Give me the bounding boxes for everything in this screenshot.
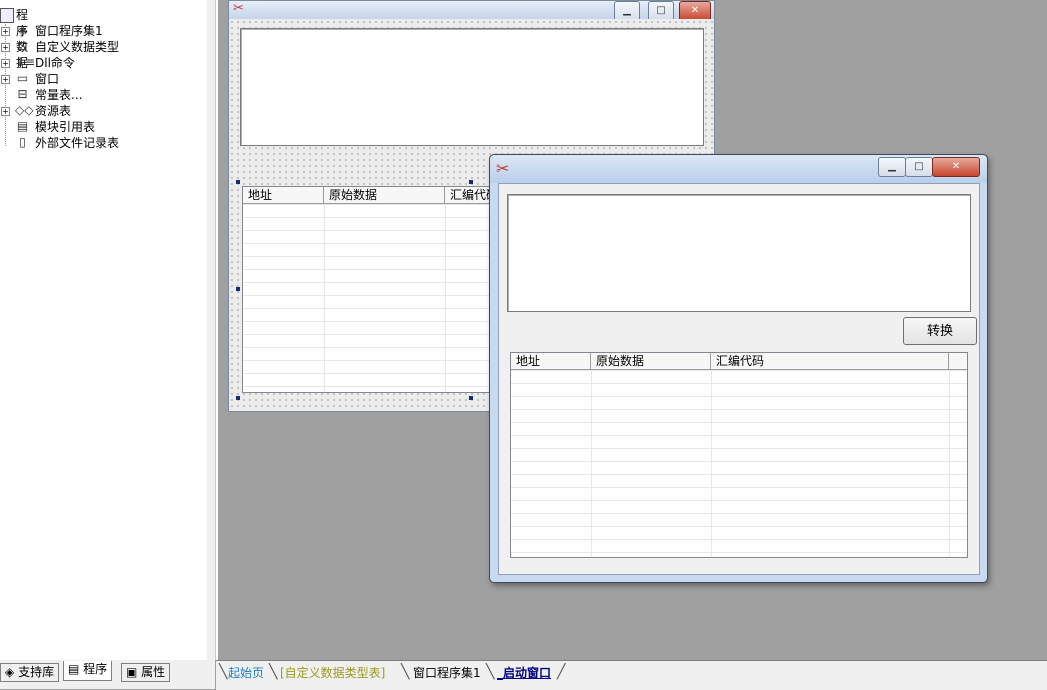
tab-separator: ╲	[269, 664, 278, 680]
expand-icon[interactable]: +	[1, 75, 10, 84]
tab-label: 支持库	[18, 665, 55, 679]
panel-splitter-edge	[216, 0, 218, 660]
tree-item-label: 窗口	[35, 72, 60, 86]
constant-icon: ⊟	[17, 87, 28, 101]
tab-label: 程序	[83, 662, 108, 676]
column-gridline	[324, 204, 325, 392]
tab-startup-window[interactable]: _启动窗口	[497, 665, 551, 681]
properties-icon: ▣	[126, 665, 138, 679]
program-data-icon	[0, 8, 14, 23]
resource-icon: ◇◇	[15, 103, 34, 117]
tree-item-label: 资源表	[35, 104, 72, 118]
window-titlebar[interactable]: ✂ ▁ □ ✕	[490, 155, 987, 183]
window-client-area: 转换 地址 原始数据 汇编代码	[498, 183, 980, 575]
list-rows	[511, 370, 967, 557]
column-address[interactable]: 地址	[243, 187, 324, 203]
close-button[interactable]: ✕	[932, 157, 980, 177]
column-gridline	[591, 370, 592, 557]
tab-properties[interactable]: ▣ 属性	[121, 663, 171, 682]
tab-custom-datatype-table[interactable]: [自定义数据类型表]	[280, 665, 385, 681]
selection-handle[interactable]	[469, 180, 473, 184]
running-window[interactable]: ✂ ▁ □ ✕ 转换 地址 原始数据 汇编代码	[489, 154, 988, 583]
expand-icon[interactable]: +	[1, 43, 10, 52]
tab-start-page[interactable]: 起始页	[228, 665, 264, 681]
datatype-icon: ⊡	[17, 39, 28, 53]
list-header: 地址 原始数据 汇编代码	[511, 353, 967, 370]
project-tree-panel: 程序数据 + ◈ 窗口程序集1 + ⊡ 自定义数据类型 + ↓≡ Dll命令 +…	[0, 0, 208, 660]
editor-tab-strip: ╲ 起始页 ╲ [自定义数据类型表] ╲ 窗口程序集1 ╲ _启动窗口 ╱	[216, 660, 1047, 690]
expand-icon[interactable]: +	[1, 107, 10, 116]
module-icon: ▤	[16, 119, 29, 133]
panel-splitter[interactable]	[207, 0, 216, 660]
tab-program[interactable]: ▤ 程序	[63, 661, 113, 681]
convert-button[interactable]: 转换	[903, 317, 977, 345]
minimize-button[interactable]: ▁	[878, 157, 906, 177]
maximize-button[interactable]: □	[905, 157, 933, 177]
left-panel-tabs: ◈ 支持库 ▤ 程序 ▣ 属性	[0, 660, 215, 689]
tab-separator: ╲	[401, 664, 410, 680]
library-icon: ◈	[5, 665, 15, 679]
selection-handle[interactable]	[236, 396, 240, 400]
selection-handle[interactable]	[236, 287, 240, 291]
layers-icon: ◈	[17, 23, 28, 37]
design-form-titlebar[interactable]: ✂ ▁ □ ✕	[229, 1, 714, 21]
file-icon: ▯	[19, 135, 26, 149]
tab-separator: ╱	[557, 664, 566, 680]
column-asm-code[interactable]: 汇编代码	[711, 353, 949, 369]
tree-item-label: 常量表...	[35, 88, 83, 102]
design-edit-box[interactable]	[240, 28, 704, 146]
selection-handle[interactable]	[469, 396, 473, 400]
tab-separator: ╲	[219, 664, 228, 680]
column-raw-data[interactable]: 原始数据	[324, 187, 445, 203]
close-button[interactable]: ✕	[679, 1, 711, 21]
window-icon: ▭	[16, 71, 29, 85]
tab-separator: ╲	[486, 664, 495, 680]
column-address[interactable]: 地址	[511, 353, 591, 369]
tools-icon: ✂	[496, 159, 510, 178]
tree-item-label: 模块引用表	[35, 120, 96, 134]
maximize-button[interactable]: □	[648, 1, 674, 21]
column-gridline	[949, 370, 950, 557]
tab-window-assembly[interactable]: 窗口程序集1	[413, 665, 481, 681]
expand-icon[interactable]: +	[1, 59, 10, 68]
tools-icon: ✂	[233, 1, 244, 16]
tree-item-label: 窗口程序集1	[35, 24, 103, 38]
column-raw-data[interactable]: 原始数据	[591, 353, 711, 369]
result-list-view[interactable]: 地址 原始数据 汇编代码	[510, 352, 968, 558]
column-gridline	[445, 204, 446, 392]
tab-label: 属性	[141, 665, 166, 679]
dll-icon: ↓≡	[15, 55, 36, 69]
selection-handle[interactable]	[236, 180, 240, 184]
tree-item-label: Dll命令	[35, 56, 75, 70]
minimize-button[interactable]: ▁	[614, 1, 640, 21]
tab-support-library[interactable]: ◈ 支持库	[0, 663, 60, 682]
input-edit-box[interactable]	[507, 194, 971, 312]
column-gridline	[711, 370, 712, 557]
tree-item-label: 自定义数据类型	[35, 40, 120, 54]
tree-item-label: 外部文件记录表	[35, 136, 120, 150]
expand-icon[interactable]: +	[1, 27, 10, 36]
program-icon: ▤	[68, 662, 80, 676]
